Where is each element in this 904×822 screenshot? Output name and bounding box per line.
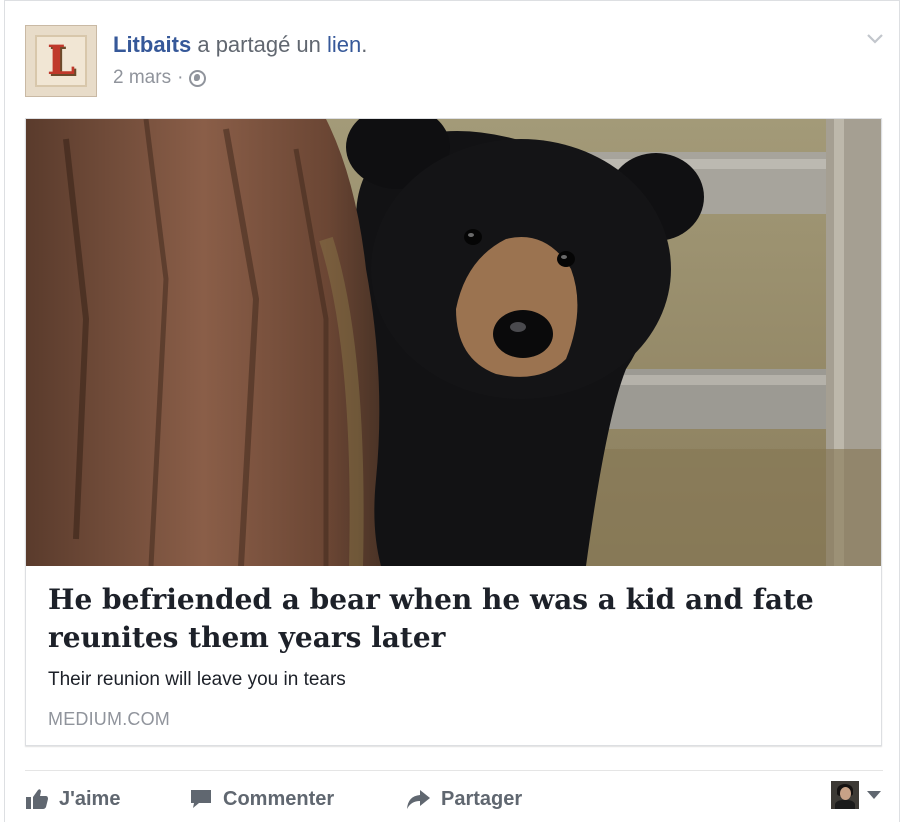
- page-logo: L: [35, 35, 87, 87]
- action-suffix: .: [361, 32, 368, 57]
- page-avatar[interactable]: L: [25, 25, 97, 97]
- author-link[interactable]: Litbaits: [113, 32, 191, 57]
- post-meta: 2 mars ·: [113, 67, 207, 89]
- shared-link-word[interactable]: lien: [327, 32, 361, 57]
- link-domain: MEDIUM.COM: [48, 709, 170, 729]
- viewer-selector[interactable]: [831, 781, 881, 809]
- link-description: Their reunion will leave you in tears: [48, 669, 346, 690]
- post-headline: Litbaits a partagé un lien.: [113, 32, 367, 58]
- link-preview-card[interactable]: He befriended a bear when he was a kid a…: [25, 118, 882, 746]
- comment-button[interactable]: Commenter: [189, 779, 334, 819]
- post-date[interactable]: 2 mars: [113, 67, 171, 89]
- chevron-down-icon[interactable]: [865, 29, 885, 49]
- share-label: Partager: [441, 787, 523, 810]
- post-header: L Litbaits a partagé un lien. 2 mars ·: [5, 1, 899, 111]
- viewer-avatar: [831, 781, 859, 809]
- comment-label: Commenter: [223, 787, 335, 810]
- share-arrow-icon: [405, 788, 431, 810]
- link-preview-text: He befriended a bear when he was a kid a…: [48, 581, 859, 730]
- action-text: a partagé un: [191, 32, 328, 57]
- meta-separator: ·: [177, 67, 184, 88]
- post-actions: J'aime Commenter Partager: [25, 779, 885, 819]
- share-button[interactable]: Partager: [405, 779, 522, 819]
- like-label: J'aime: [59, 787, 121, 810]
- action-divider: [25, 770, 883, 771]
- comment-icon: [189, 788, 213, 810]
- like-button[interactable]: J'aime: [25, 779, 120, 819]
- bear-cub-image[interactable]: [26, 119, 881, 566]
- logo-letter: L: [46, 37, 76, 84]
- feed-post: L Litbaits a partagé un lien. 2 mars · H…: [4, 0, 900, 822]
- globe-icon[interactable]: [189, 69, 207, 87]
- link-title[interactable]: He befriended a bear when he was a kid a…: [48, 581, 859, 657]
- caret-down-icon: [867, 791, 881, 799]
- thumbs-up-icon: [25, 788, 49, 810]
